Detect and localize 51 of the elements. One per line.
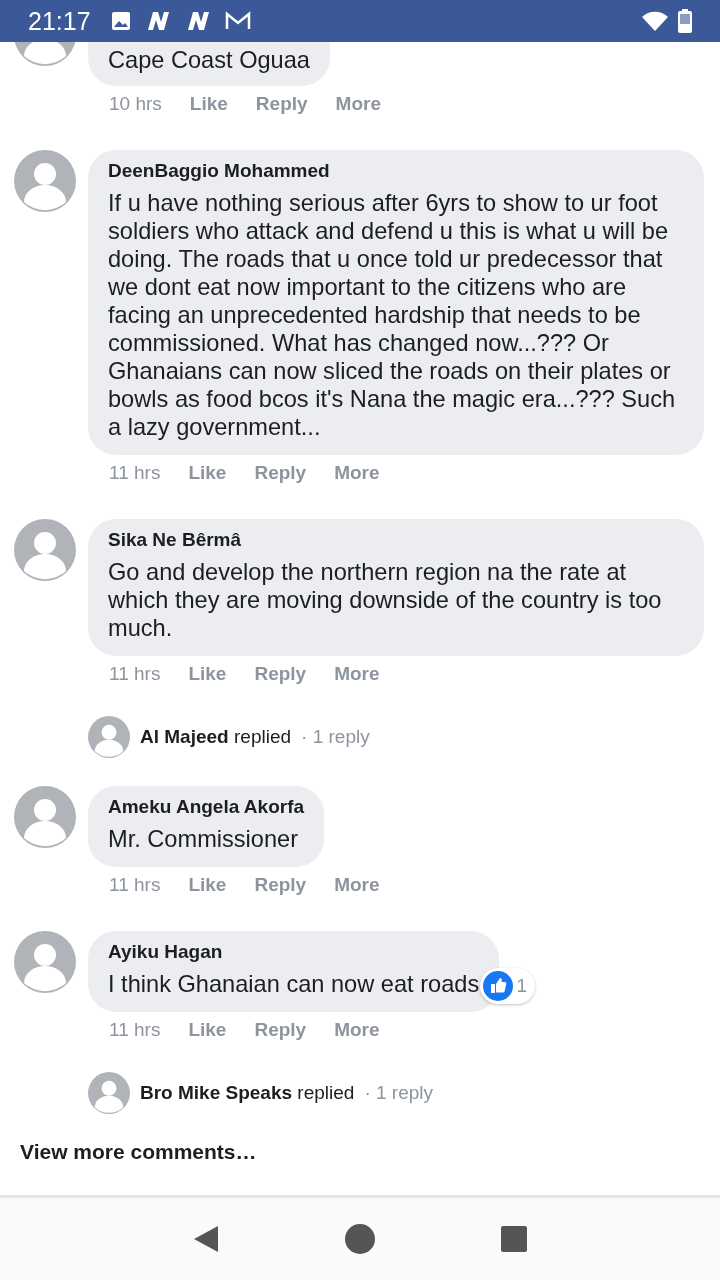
wifi-icon xyxy=(642,11,668,31)
reply-author[interactable]: Bro Mike Speaks replied xyxy=(140,1082,355,1104)
comment-action[interactable]: Reply xyxy=(254,1019,307,1041)
reaction-badge[interactable]: 1 xyxy=(479,968,536,1004)
avatar[interactable] xyxy=(88,716,130,758)
reply-count[interactable]: · 1 reply xyxy=(301,726,370,748)
commenter-name[interactable]: Sika Ne Bêrmâ xyxy=(108,529,684,551)
back-icon[interactable] xyxy=(192,1224,220,1254)
comment-action[interactable]: More xyxy=(334,874,380,896)
comment-action[interactable]: Like xyxy=(188,874,227,896)
avatar[interactable] xyxy=(14,519,76,581)
commenter-name[interactable]: Ameku Angela Akorfa xyxy=(108,796,305,818)
comment-action[interactable]: More xyxy=(334,1019,380,1041)
comment-action[interactable]: Reply xyxy=(254,874,307,896)
comment-text: Go and develop the northern region na the rate at which they are moving downside of the country is too much. xyxy=(108,558,663,642)
clock: 21:17 xyxy=(28,6,91,36)
comment-action[interactable]: Reply xyxy=(254,663,307,685)
image-icon xyxy=(110,11,131,31)
comment-time: 11 hrs xyxy=(109,1019,161,1041)
avatar[interactable] xyxy=(88,1072,130,1114)
reply-count[interactable]: · 1 reply xyxy=(364,1082,434,1104)
avatar[interactable] xyxy=(14,786,76,848)
comment-time: 10 hrs xyxy=(109,93,162,115)
comment-action[interactable]: Like xyxy=(189,93,228,115)
comment-text: Mr. Commissioner xyxy=(108,825,300,853)
comment-action[interactable]: More xyxy=(334,663,380,685)
comment-action[interactable]: Reply xyxy=(254,462,307,484)
reaction-count: 1 xyxy=(516,975,528,997)
reply-author[interactable]: Al Majeed replied xyxy=(140,726,292,748)
recents-icon[interactable] xyxy=(500,1225,528,1253)
home-icon[interactable] xyxy=(344,1223,376,1255)
comment-text: If u have nothing serious after 6yrs to show to ur foot soldiers who attack and defend u this is what u will be doing. The roads that u once told ur predecessor that we dont eat now important to the citizens who are facing an unprecedented hardship that needs to be commissioned. What has changed now...??? Or Ghanaians can now sliced the roads on their plates or bowls as food bcos it's Nana the magic era...??? Such a lazy government... xyxy=(108,189,677,441)
avatar[interactable] xyxy=(14,150,76,212)
comment-time: 11 hrs xyxy=(109,874,161,896)
avatar[interactable] xyxy=(14,931,76,993)
view-more-link[interactable]: View more comments… xyxy=(0,1140,720,1164)
commenter-name[interactable]: DeenBaggio Mohammed xyxy=(108,160,684,182)
like-icon xyxy=(482,971,513,1001)
comment-text: Cape Coast Oguaa xyxy=(108,46,310,74)
mail-icon xyxy=(224,11,251,31)
battery-icon xyxy=(678,9,692,33)
commenter-name[interactable]: Ayiku Hagan xyxy=(108,941,480,963)
comment-action[interactable]: More xyxy=(335,93,381,115)
comment-action[interactable]: Reply xyxy=(255,93,308,115)
comment-time: 11 hrs xyxy=(109,663,161,685)
comment-time: 11 hrs xyxy=(109,462,161,484)
comment-text: I think Ghanaian can now eat roads xyxy=(108,970,480,998)
comment-action[interactable]: Like xyxy=(188,663,227,685)
comment-action[interactable]: Like xyxy=(188,1019,227,1041)
comment-action[interactable]: Like xyxy=(188,462,227,484)
comment-action[interactable]: More xyxy=(334,462,380,484)
